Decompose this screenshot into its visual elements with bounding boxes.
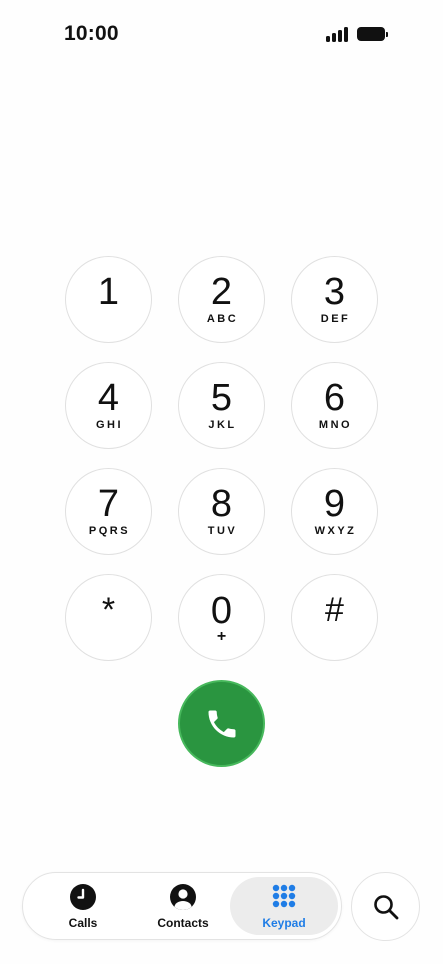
key-digit: 6 <box>323 377 346 419</box>
key-letters: GHI <box>95 419 124 431</box>
key-letters <box>108 631 110 644</box>
key-digit: 3 <box>323 271 346 313</box>
key-0[interactable]: 0 + <box>178 574 265 661</box>
key-3[interactable]: 3 DEF <box>291 256 378 343</box>
tab-keypad[interactable]: Keypad <box>230 877 338 935</box>
person-circle-icon <box>170 883 196 910</box>
key-4[interactable]: 4 GHI <box>65 362 152 449</box>
dial-keypad: 1 2 ABC 3 DEF 4 GHI 5 JKL 6 MNO 7 PQRS 8 <box>65 256 378 661</box>
key-letters <box>108 313 110 326</box>
key-letters: PQRS <box>88 525 131 537</box>
key-8[interactable]: 8 TUV <box>178 468 265 555</box>
tab-calls[interactable]: Calls <box>31 877 135 935</box>
key-letters: WXYZ <box>314 525 357 537</box>
key-letters: DEF <box>320 313 351 325</box>
keypad-grid-icon <box>272 884 296 907</box>
key-6[interactable]: 6 MNO <box>291 362 378 449</box>
bottom-tab-bar: Calls Contacts Keypad <box>22 872 342 940</box>
key-digit: 2 <box>210 271 233 313</box>
key-digit: 5 <box>210 377 233 419</box>
key-9[interactable]: 9 WXYZ <box>291 468 378 555</box>
key-digit: 9 <box>323 483 346 525</box>
key-digit: # <box>325 591 344 629</box>
key-digit: 8 <box>210 483 233 525</box>
search-icon <box>373 894 398 919</box>
search-button[interactable] <box>351 872 420 941</box>
phone-icon <box>208 710 235 737</box>
key-1[interactable]: 1 <box>65 256 152 343</box>
tab-contacts[interactable]: Contacts <box>131 877 235 935</box>
key-star[interactable]: * <box>65 574 152 661</box>
key-letters: JKL <box>208 419 237 431</box>
key-digit: * <box>101 591 116 629</box>
key-5[interactable]: 5 JKL <box>178 362 265 449</box>
key-letters <box>334 631 336 644</box>
tab-label: Keypad <box>262 915 306 930</box>
cellular-signal-icon <box>326 26 348 42</box>
key-letters: MNO <box>318 419 353 431</box>
battery-full-icon <box>357 27 388 41</box>
tab-label: Calls <box>68 915 98 930</box>
phone-dialer-screen: 10:00 1 2 ABC 3 DEF 4 GHI 5 JKL 6 MNO 7 … <box>0 0 443 964</box>
call-button[interactable] <box>178 680 265 767</box>
clock-icon <box>70 883 96 910</box>
key-digit: 1 <box>97 271 120 313</box>
key-letters: ABC <box>206 313 239 325</box>
key-letters: TUV <box>207 525 238 537</box>
status-indicators <box>326 26 388 42</box>
key-digit: 4 <box>97 377 120 419</box>
key-digit: 7 <box>97 483 120 525</box>
key-7[interactable]: 7 PQRS <box>65 468 152 555</box>
key-digit: 0 <box>210 590 233 632</box>
key-2[interactable]: 2 ABC <box>178 256 265 343</box>
key-letters: + <box>216 628 227 645</box>
tab-label: Contacts <box>157 915 209 930</box>
status-time: 10:00 <box>64 22 119 45</box>
key-hash[interactable]: # <box>291 574 378 661</box>
